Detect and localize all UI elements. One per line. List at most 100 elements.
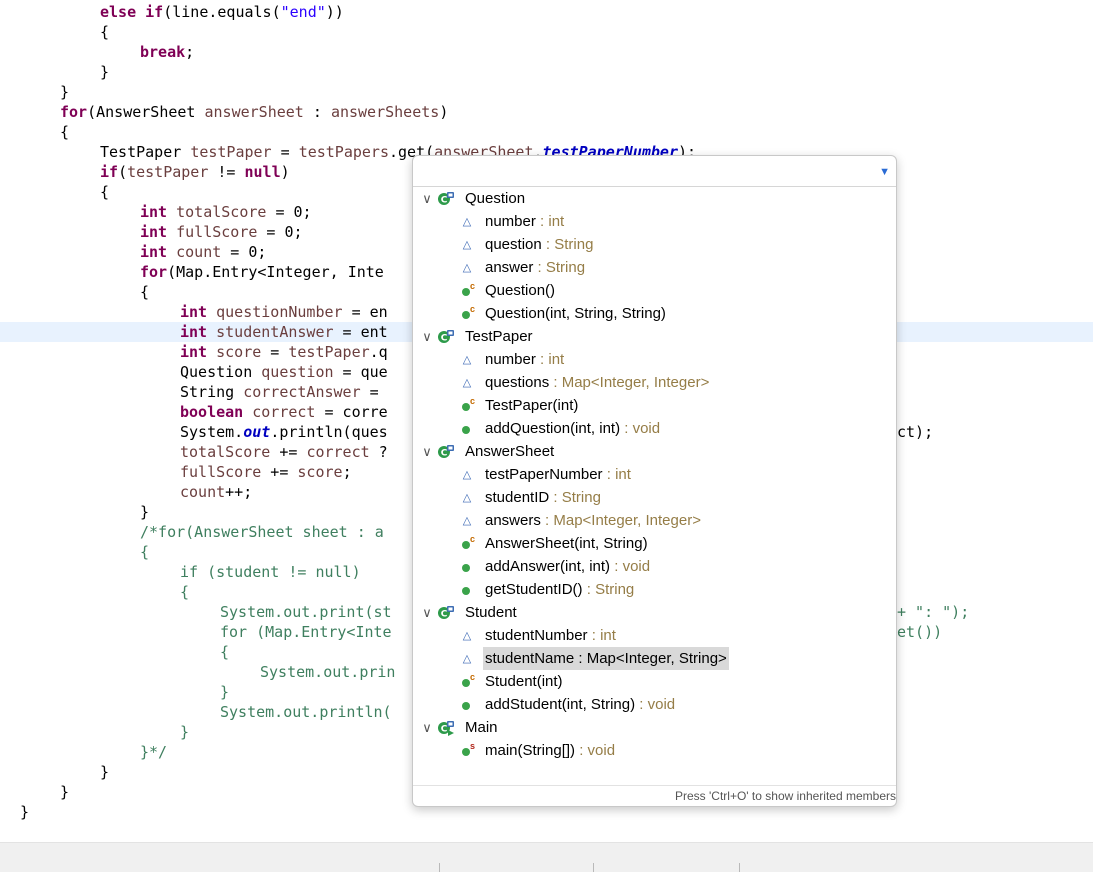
code-line[interactable]: } bbox=[100, 762, 109, 782]
field-icon: △ bbox=[462, 515, 472, 527]
chevron-down-icon[interactable]: ∨ bbox=[421, 440, 433, 463]
code-line[interactable]: String correctAnswer = bbox=[180, 382, 388, 402]
outline-member-node[interactable]: s main(String[]) : void bbox=[413, 739, 896, 762]
outline-class-node[interactable]: ∨ C Student bbox=[413, 601, 896, 624]
code-line[interactable]: System.out.print(st bbox=[220, 602, 392, 622]
code-line[interactable]: int count = 0; bbox=[140, 242, 266, 262]
code-line[interactable]: Question question = que bbox=[180, 362, 388, 382]
code-line[interactable]: if (student != null) bbox=[180, 562, 361, 582]
code-line[interactable]: int score = testPaper.q bbox=[180, 342, 388, 362]
outline-member-node[interactable]: c AnswerSheet(int, String) bbox=[413, 532, 896, 555]
chevron-down-icon[interactable]: ∨ bbox=[421, 187, 433, 210]
code-line[interactable]: totalScore += correct ? bbox=[180, 442, 388, 462]
quick-outline-popup[interactable]: ▼ ∨ C Question △ number : int △ question : Str… bbox=[412, 155, 897, 807]
code-line[interactable]: int totalScore = 0; bbox=[140, 202, 312, 222]
outline-member-node[interactable]: △ studentName : Map<Integer, String> bbox=[413, 647, 896, 670]
code-line[interactable]: int questionNumber = en bbox=[180, 302, 388, 322]
code-line[interactable]: } bbox=[20, 802, 29, 822]
constructor-icon: c bbox=[459, 534, 475, 550]
code-token: fullScore bbox=[180, 463, 262, 481]
code-token: System.out.print(st bbox=[220, 603, 392, 621]
code-line[interactable]: if(testPaper != null) bbox=[100, 162, 290, 182]
code-line[interactable]: { bbox=[140, 542, 149, 562]
outline-member-node[interactable]: c Question(int, String, String) bbox=[413, 302, 896, 325]
outline-item-label: Student bbox=[463, 601, 519, 624]
code-line[interactable]: { bbox=[220, 642, 229, 662]
code-line[interactable]: for (Map.Entry<Inte bbox=[220, 622, 392, 642]
chevron-down-icon[interactable]: ∨ bbox=[421, 716, 433, 739]
outline-item-name: testPaperNumber bbox=[485, 466, 603, 483]
outline-member-node[interactable]: addStudent(int, String) : void bbox=[413, 693, 896, 716]
outline-item-label: addAnswer(int, int) : void bbox=[483, 555, 652, 578]
outline-class-node[interactable]: ∨ C Main bbox=[413, 716, 896, 739]
outline-item-type: : int bbox=[587, 627, 616, 644]
outline-class-node[interactable]: ∨ C Question bbox=[413, 187, 896, 210]
code-line[interactable]: { bbox=[100, 22, 109, 42]
code-line[interactable]: } bbox=[140, 502, 149, 522]
field-icon: △ bbox=[462, 630, 472, 642]
code-line[interactable]: } bbox=[60, 782, 69, 802]
code-token: (line.equals( bbox=[163, 3, 281, 21]
outline-member-node[interactable]: △ question : String bbox=[413, 233, 896, 256]
code-line[interactable]: boolean correct = corre bbox=[180, 402, 388, 422]
outline-member-node[interactable]: △ number : int bbox=[413, 210, 896, 233]
code-line[interactable]: { bbox=[180, 582, 189, 602]
outline-item-name: questions bbox=[485, 374, 550, 391]
code-line[interactable]: }*/ bbox=[140, 742, 167, 762]
outline-member-node[interactable]: c Question() bbox=[413, 279, 896, 302]
outline-item-type: : Map<Integer, String> bbox=[574, 650, 727, 667]
outline-member-node[interactable]: c Student(int) bbox=[413, 670, 896, 693]
code-token: testPaper bbox=[127, 163, 209, 181]
outline-member-node[interactable]: △ answer : String bbox=[413, 256, 896, 279]
code-token: = bbox=[261, 343, 289, 361]
view-menu-icon[interactable]: ▼ bbox=[879, 166, 890, 178]
outline-class-node[interactable]: ∨ C AnswerSheet bbox=[413, 440, 896, 463]
code-token: totalScore bbox=[176, 203, 267, 221]
code-line[interactable]: break; bbox=[140, 42, 194, 62]
code-line[interactable]: System.out.println(ques bbox=[180, 422, 388, 442]
outline-item-label: answers : Map<Integer, Integer> bbox=[483, 509, 703, 532]
code-token: { bbox=[60, 123, 70, 141]
chevron-down-icon[interactable]: ∨ bbox=[421, 325, 433, 348]
code-line[interactable]: /*for(AnswerSheet sheet : a bbox=[140, 522, 384, 542]
code-line[interactable]: } bbox=[180, 722, 189, 742]
code-line[interactable]: } bbox=[220, 682, 229, 702]
outline-member-node[interactable]: addQuestion(int, int) : void bbox=[413, 417, 896, 440]
code-token: { bbox=[180, 583, 190, 601]
outline-item-label: studentID : String bbox=[483, 486, 603, 509]
outline-member-node[interactable]: △ studentNumber : int bbox=[413, 624, 896, 647]
code-line[interactable]: for(AnswerSheet answerSheet : answerShee… bbox=[60, 102, 448, 122]
code-token: { bbox=[100, 23, 110, 41]
code-line[interactable]: System.out.println( bbox=[220, 702, 392, 722]
code-line[interactable]: { bbox=[60, 122, 69, 142]
outline-member-node[interactable]: getStudentID() : String bbox=[413, 578, 896, 601]
code-line[interactable]: } bbox=[100, 62, 109, 82]
code-line[interactable]: else if(line.equals("end")) bbox=[100, 2, 344, 22]
outline-class-node[interactable]: ∨ C TestPaper bbox=[413, 325, 896, 348]
code-token: System.out.prin bbox=[260, 663, 396, 681]
outline-member-node[interactable]: △ questions : Map<Integer, Integer> bbox=[413, 371, 896, 394]
code-line[interactable]: System.out.prin bbox=[260, 662, 395, 682]
code-line[interactable]: { bbox=[140, 282, 149, 302]
code-line[interactable]: int studentAnswer = ent bbox=[180, 322, 388, 342]
outline-member-node[interactable]: addAnswer(int, int) : void bbox=[413, 555, 896, 578]
outline-member-node[interactable]: c TestPaper(int) bbox=[413, 394, 896, 417]
code-line[interactable]: fullScore += score; bbox=[180, 462, 352, 482]
outline-filter-input[interactable] bbox=[419, 161, 878, 183]
code-token: testPapers bbox=[298, 143, 389, 161]
code-token: } bbox=[100, 63, 110, 81]
code-line[interactable]: } bbox=[60, 82, 69, 102]
outline-member-node[interactable]: △ answers : Map<Integer, Integer> bbox=[413, 509, 896, 532]
code-line[interactable]: count++; bbox=[180, 482, 252, 502]
code-line[interactable]: for(Map.Entry<Integer, Inte bbox=[140, 262, 384, 282]
outline-member-node[interactable]: △ number : int bbox=[413, 348, 896, 371]
outline-member-node[interactable]: △ studentID : String bbox=[413, 486, 896, 509]
chevron-down-icon[interactable]: ∨ bbox=[421, 601, 433, 624]
outline-member-node[interactable]: △ testPaperNumber : int bbox=[413, 463, 896, 486]
outline-item-name: Question bbox=[465, 190, 526, 207]
outline-tree[interactable]: ∨ C Question △ number : int △ question : Strin… bbox=[413, 187, 896, 786]
code-line[interactable]: int fullScore = 0; bbox=[140, 222, 303, 242]
code-line[interactable]: { bbox=[100, 182, 109, 202]
